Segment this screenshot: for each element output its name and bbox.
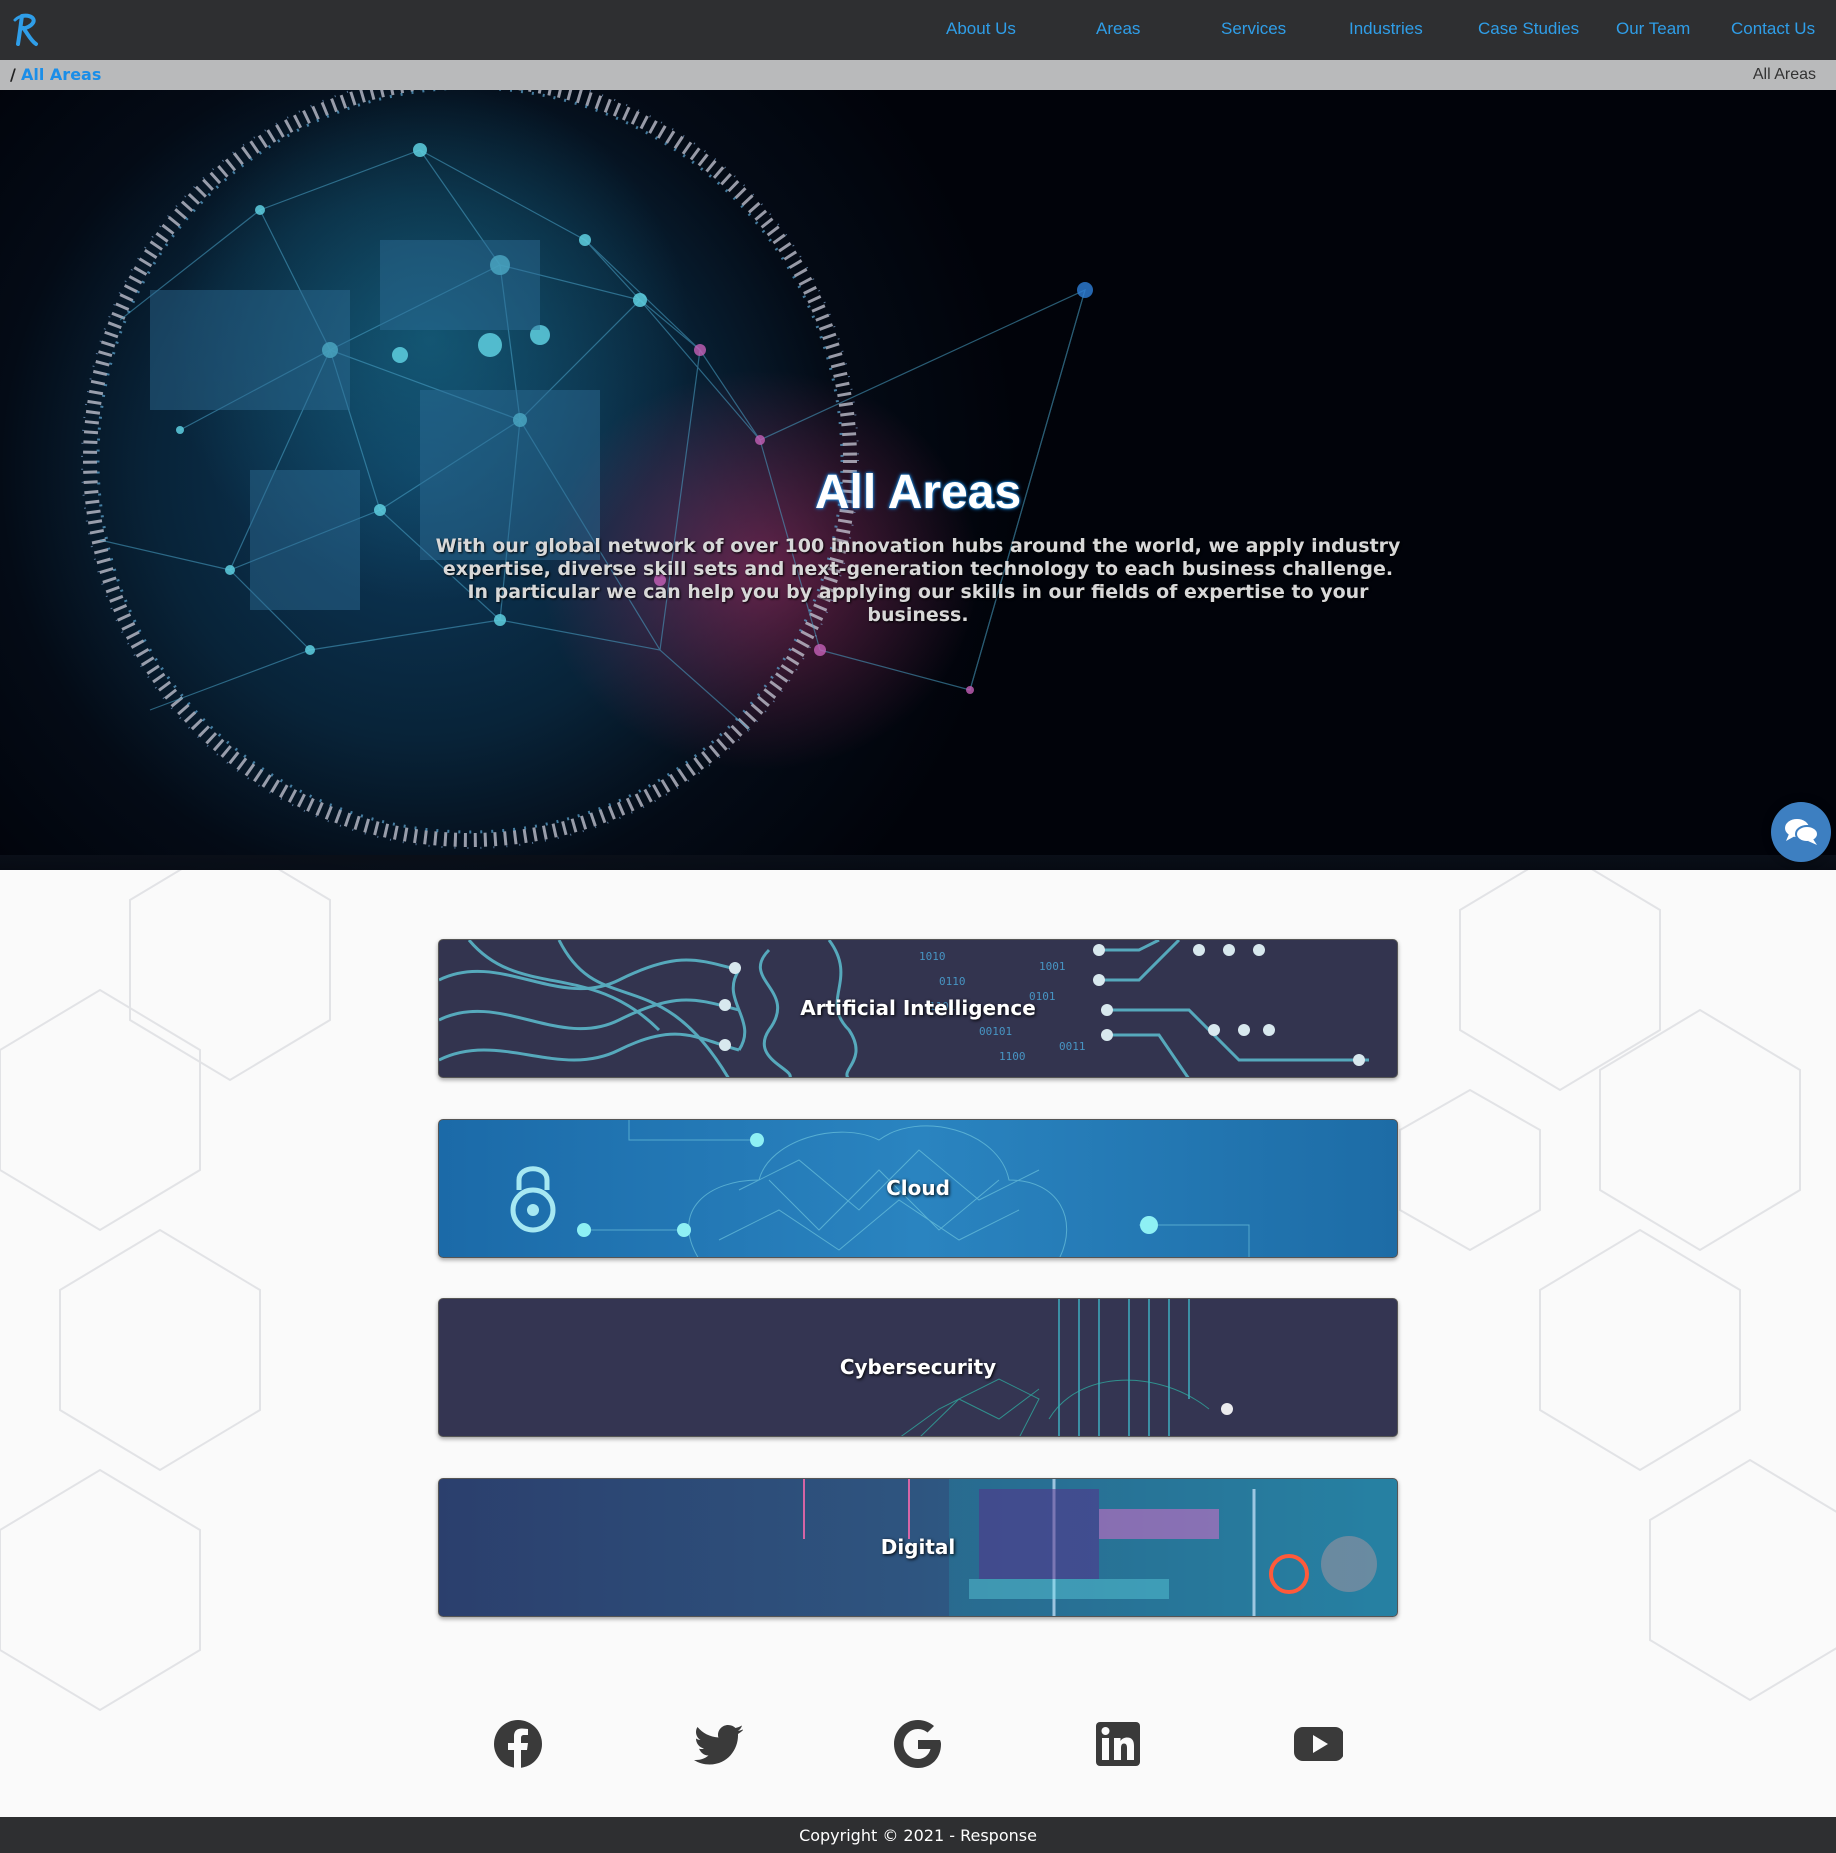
facebook-icon[interactable] (493, 1719, 543, 1769)
google-icon[interactable] (893, 1719, 943, 1769)
chat-button[interactable] (1771, 802, 1831, 862)
area-label: Cloud (886, 1176, 950, 1200)
script-r-logo-icon[interactable] (12, 12, 42, 48)
hero-description: With our global network of over 100 inno… (435, 535, 1401, 626)
nav-industries[interactable]: Industries (1349, 19, 1423, 39)
nav-about-us[interactable]: About Us (946, 19, 1016, 39)
nav-our-team[interactable]: Our Team (1616, 19, 1690, 39)
area-card-cybersecurity[interactable]: Cybersecurity (438, 1298, 1398, 1437)
nav-areas[interactable]: Areas (1096, 19, 1140, 39)
breadcrumb-current-link[interactable]: All Areas (21, 65, 101, 84)
youtube-icon[interactable] (1293, 1719, 1343, 1769)
breadcrumb-separator: / (10, 65, 16, 84)
twitter-icon[interactable] (693, 1719, 743, 1769)
nav-services[interactable]: Services (1221, 19, 1286, 39)
area-label: Artificial Intelligence (800, 996, 1036, 1020)
footer: Copyright © 2021 - Response (0, 1817, 1836, 1853)
nav-case-studies[interactable]: Case Studies (1478, 19, 1579, 39)
area-label: Cybersecurity (839, 1355, 997, 1379)
chat-bubbles-icon (1785, 819, 1819, 845)
page-title: All Areas (814, 466, 1022, 519)
breadcrumb-page-label: All Areas (1752, 66, 1816, 83)
area-label: Digital (880, 1535, 956, 1559)
copyright-text: Copyright © 2021 - Response (799, 1826, 1037, 1845)
linkedin-icon[interactable] (1093, 1719, 1143, 1769)
top-navbar: About Us Areas Services Industries Case … (0, 0, 1836, 60)
area-card-digital[interactable]: Digital (438, 1478, 1398, 1617)
hero-banner: All Areas With our global network of ove… (0, 90, 1836, 870)
nav-contact-us[interactable]: Contact Us (1731, 19, 1815, 39)
area-card-cloud[interactable]: Cloud (438, 1119, 1398, 1258)
area-card-artificial-intelligence[interactable]: 1010 0110 1101 00101 1001 0101 1100 0011 Arti… (438, 939, 1398, 1078)
breadcrumb: / All Areas All Areas (0, 60, 1836, 90)
